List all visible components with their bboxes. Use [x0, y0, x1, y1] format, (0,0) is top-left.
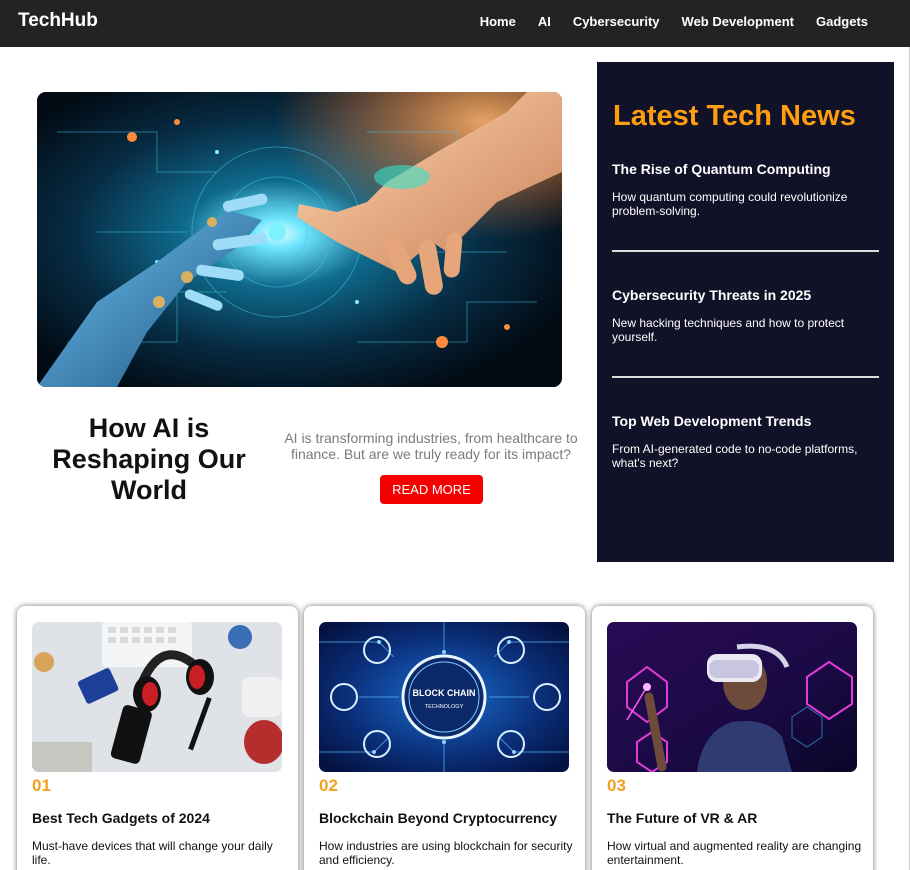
navbar: TechHub Home AI Cybersecurity Web Develo… [0, 0, 910, 47]
hero-image [37, 92, 562, 387]
article-card[interactable]: BLOCK CHAIN TECHNOLOGY 02 Blockchain Bey… [304, 606, 585, 870]
card-title[interactable]: Blockchain Beyond Cryptocurrency [319, 810, 557, 826]
read-more-button[interactable]: READ MORE [380, 475, 483, 504]
sidebar-title: Latest Tech News [613, 100, 856, 132]
news-item-title[interactable]: Cybersecurity Threats in 2025 [612, 287, 879, 304]
gadgets-flatlay-image [32, 622, 282, 772]
card-description: How industries are using blockchain for … [319, 839, 573, 867]
news-item-description: New hacking techniques and how to protec… [612, 316, 845, 344]
card-description: How virtual and augmented reality are ch… [607, 839, 862, 867]
card-title[interactable]: Best Tech Gadgets of 2024 [32, 810, 210, 826]
nav-link-ai[interactable]: AI [538, 14, 551, 29]
news-item[interactable]: Cybersecurity Threats in 2025 New hackin… [612, 287, 879, 344]
card-number: 03 [607, 776, 626, 795]
nav-link-web-development[interactable]: Web Development [682, 14, 794, 29]
card-number: 02 [319, 776, 338, 795]
hero-description: AI is transforming industries, from heal… [284, 430, 578, 462]
blockchain-image-subtext: TECHNOLOGY [425, 704, 464, 710]
news-divider [612, 376, 879, 378]
blockchain-circuit-image: BLOCK CHAIN TECHNOLOGY [319, 622, 569, 772]
nav-link-gadgets[interactable]: Gadgets [816, 14, 868, 29]
news-item-title[interactable]: Top Web Development Trends [612, 413, 879, 430]
article-card[interactable]: 03 The Future of VR & AR How virtual and… [592, 606, 873, 870]
news-item-description: How quantum computing could revolutioniz… [612, 190, 848, 218]
card-title[interactable]: The Future of VR & AR [607, 810, 757, 826]
news-item[interactable]: Top Web Development Trends From AI-gener… [612, 413, 879, 470]
latest-news-sidebar: Latest Tech News The Rise of Quantum Com… [597, 62, 894, 562]
nav-link-home[interactable]: Home [480, 14, 516, 29]
nav-links: Home AI Cybersecurity Web Development Ga… [480, 14, 868, 29]
news-item[interactable]: The Rise of Quantum Computing How quantu… [612, 161, 879, 218]
card-number: 01 [32, 776, 51, 795]
news-divider [612, 250, 879, 252]
hero-title: How AI is Reshaping Our World [52, 413, 246, 505]
brand-logo[interactable]: TechHub [18, 10, 98, 32]
blockchain-image-text: BLOCK CHAIN [413, 688, 476, 698]
vr-headset-person-image [607, 622, 857, 772]
article-card[interactable]: 01 Best Tech Gadgets of 2024 Must-have d… [17, 606, 298, 870]
nav-link-cybersecurity[interactable]: Cybersecurity [573, 14, 660, 29]
news-item-description: From AI-generated code to no-code platfo… [612, 442, 858, 470]
card-description: Must-have devices that will change your … [32, 839, 273, 867]
news-item-title[interactable]: The Rise of Quantum Computing [612, 161, 879, 178]
